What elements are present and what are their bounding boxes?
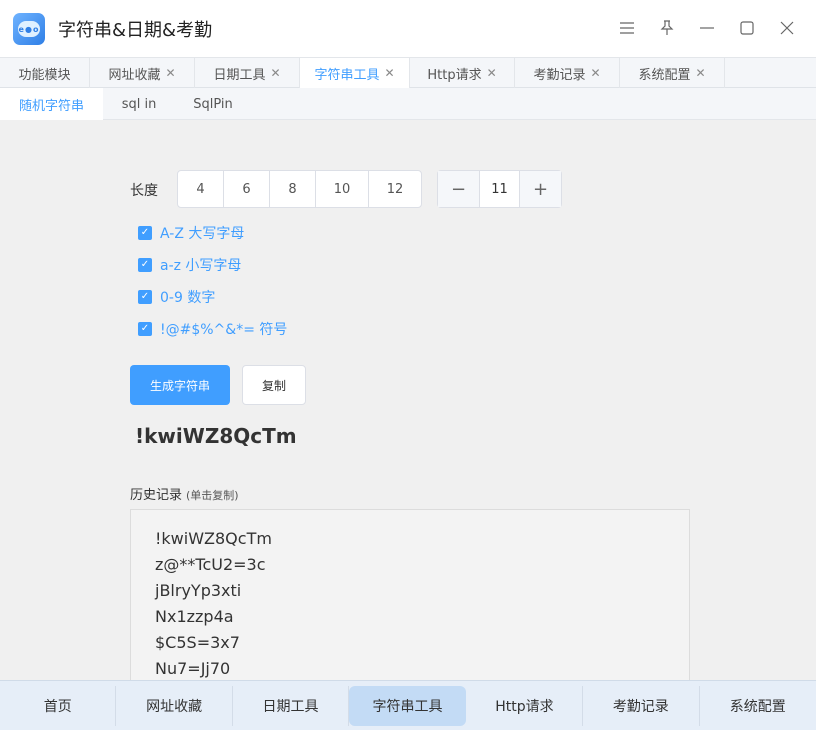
history-item[interactable]: Nu7=Jj70 [155, 656, 689, 682]
close-icon[interactable] [773, 14, 801, 42]
option-uppercase[interactable]: ✓ A-Z 大写字母 [138, 223, 244, 243]
subtab-sqlpin[interactable]: SqlPin [175, 88, 251, 120]
main-content: 长度 4 6 8 10 12 − 11 + ✓ A-Z 大写字母 ✓ a-z 小… [0, 120, 816, 689]
length-preset-button[interactable]: 4 [178, 171, 224, 207]
subtab-sql-in[interactable]: sql in [103, 88, 175, 120]
length-label: 长度 [130, 183, 158, 199]
checkbox-checked-icon[interactable]: ✓ [138, 258, 152, 272]
title-bar: e●o 字符串&日期&考勤 [0, 0, 816, 57]
generated-string: !kwiWZ8QcTm [135, 424, 297, 448]
length-value[interactable]: 11 [479, 171, 520, 207]
tab-bookmarks[interactable]: 网址收藏 ✕ [90, 58, 195, 88]
history-title: 历史记录 (单击复制) [130, 488, 239, 503]
history-item[interactable]: Nx1zzp4a [155, 604, 689, 630]
history-item[interactable]: $C5S=3x7 [155, 630, 689, 656]
app-logo-icon: e●o [13, 13, 45, 45]
tab-date-tools[interactable]: 日期工具 ✕ [195, 58, 300, 88]
minimize-icon[interactable] [693, 14, 721, 42]
copy-button[interactable]: 复制 [242, 365, 306, 405]
decrement-button[interactable]: − [438, 171, 479, 207]
subtab-bar: 随机字符串 sql in SqlPin [0, 88, 816, 120]
option-lowercase[interactable]: ✓ a-z 小写字母 [138, 255, 241, 275]
tab-close-icon[interactable]: ✕ [487, 66, 497, 80]
length-preset-button[interactable]: 8 [270, 171, 316, 207]
bottom-nav-settings[interactable]: 系统配置 [700, 686, 816, 726]
option-symbols[interactable]: ✓ !@#$%^&*= 符号 [138, 319, 287, 339]
history-item[interactable]: jBlryYp3xti [155, 578, 689, 604]
length-stepper: − 11 + [437, 170, 562, 208]
maximize-icon[interactable] [733, 14, 761, 42]
tab-close-icon[interactable]: ✕ [384, 66, 394, 80]
history-list: !kwiWZ8QcTm z@**TcU2=3c jBlryYp3xti Nx1z… [130, 509, 690, 689]
bottom-nav-date-tools[interactable]: 日期工具 [233, 685, 350, 726]
menu-icon[interactable] [613, 14, 641, 42]
bottom-nav-string-tools[interactable]: 字符串工具 [349, 685, 466, 726]
bottom-nav: 首页 网址收藏 日期工具 字符串工具 Http请求 考勤记录 系统配置 [0, 680, 816, 730]
bottom-nav-bookmarks[interactable]: 网址收藏 [116, 685, 233, 726]
bottom-nav-home[interactable]: 首页 [0, 685, 117, 726]
history-item[interactable]: z@**TcU2=3c [155, 552, 689, 578]
history-hint: (单击复制) [186, 489, 239, 502]
option-digits[interactable]: ✓ 0-9 数字 [138, 287, 215, 307]
history-item[interactable]: !kwiWZ8QcTm [155, 526, 689, 552]
tab-bar: 功能模块 网址收藏 ✕ 日期工具 ✕ 字符串工具 ✕ Http请求 ✕ 考勤记录 ✕ 系统… [0, 57, 816, 88]
tab-http[interactable]: Http请求 ✕ [410, 58, 515, 88]
option-label: 0-9 数字 [160, 290, 216, 306]
length-presets: 4 6 8 10 12 [177, 170, 422, 208]
pin-icon[interactable] [653, 14, 681, 42]
tab-settings[interactable]: 系统配置 ✕ [620, 58, 725, 88]
option-label: a-z 小写字母 [160, 258, 242, 274]
tab-close-icon[interactable]: ✕ [165, 66, 175, 80]
checkbox-checked-icon[interactable]: ✓ [138, 322, 152, 336]
checkbox-checked-icon[interactable]: ✓ [138, 226, 152, 240]
subtab-random-string[interactable]: 随机字符串 [0, 88, 103, 120]
increment-button[interactable]: + [520, 171, 561, 207]
option-label: !@#$%^&*= 符号 [160, 322, 288, 338]
window-title: 字符串&日期&考勤 [58, 20, 213, 41]
tab-close-icon[interactable]: ✕ [270, 66, 280, 80]
tab-attendance[interactable]: 考勤记录 ✕ [515, 58, 620, 88]
length-preset-button[interactable]: 6 [224, 171, 270, 207]
tab-close-icon[interactable]: ✕ [590, 66, 600, 80]
option-label: A-Z 大写字母 [160, 226, 245, 242]
generate-button[interactable]: 生成字符串 [130, 365, 230, 405]
length-preset-button[interactable]: 12 [369, 171, 421, 207]
tab-string-tools[interactable]: 字符串工具 ✕ [300, 58, 410, 88]
bottom-nav-http[interactable]: Http请求 [467, 685, 584, 726]
tab-close-icon[interactable]: ✕ [695, 66, 705, 80]
checkbox-checked-icon[interactable]: ✓ [138, 290, 152, 304]
bottom-nav-attendance[interactable]: 考勤记录 [583, 685, 700, 726]
length-preset-button[interactable]: 10 [316, 171, 369, 207]
tab-modules[interactable]: 功能模块 [0, 58, 90, 88]
